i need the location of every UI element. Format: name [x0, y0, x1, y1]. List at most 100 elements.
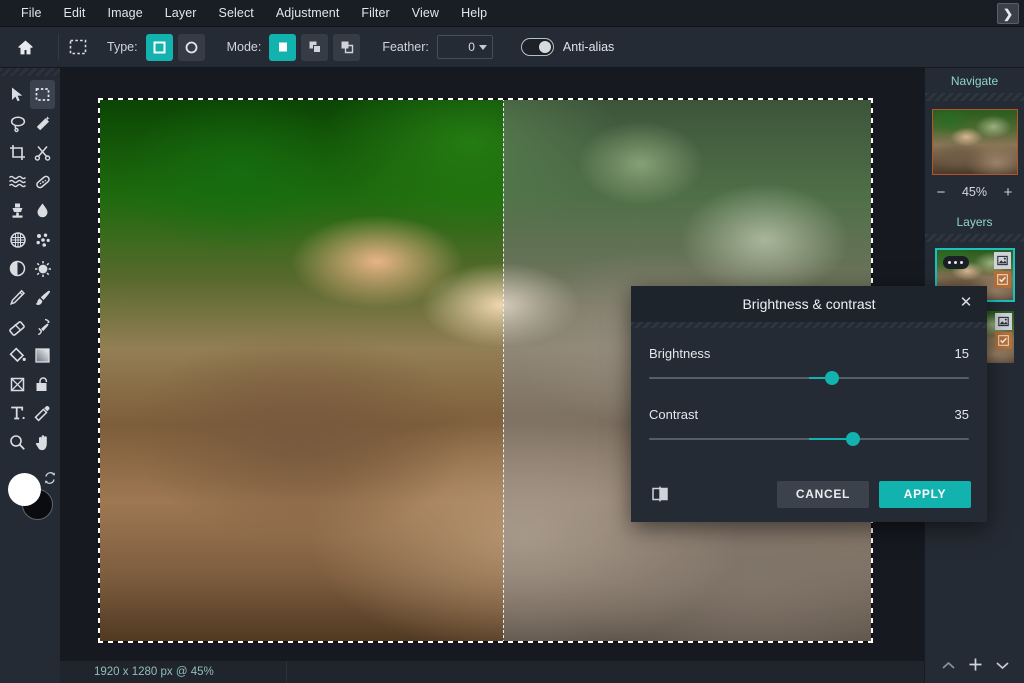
status-bar: 1920 x 1280 px @ 45% [60, 661, 924, 683]
brightness-row: Brightness 15 [649, 346, 969, 361]
layer-badges [993, 252, 1011, 290]
menu-edit[interactable]: Edit [53, 2, 97, 24]
contrast-slider-knob[interactable] [845, 432, 860, 446]
elliptical-marquee-button[interactable] [177, 33, 205, 61]
smudge-tool[interactable] [30, 312, 55, 341]
cancel-button[interactable]: CANCEL [777, 480, 869, 508]
menu-adjustment[interactable]: Adjustment [265, 2, 351, 24]
divider [58, 34, 59, 60]
brightness-label: Brightness [649, 346, 711, 361]
magic-wand-tool[interactable] [30, 109, 55, 138]
foreground-color-swatch[interactable] [8, 473, 41, 506]
home-icon[interactable] [12, 34, 38, 60]
clone-stamp-tool[interactable] [5, 196, 30, 225]
color-swatches[interactable] [6, 471, 57, 523]
menu-file[interactable]: File [10, 2, 53, 24]
eyedropper-tool[interactable] [30, 399, 55, 428]
marquee-tool[interactable] [30, 80, 55, 109]
menu-filter[interactable]: Filter [350, 2, 400, 24]
apply-button[interactable]: APPLY [879, 480, 971, 508]
type-label: Type: [107, 40, 138, 54]
document-size-status: 1920 x 1280 px @ 45% [94, 666, 214, 678]
add-to-selection-button[interactable] [301, 33, 329, 61]
brightness-slider-fill [809, 377, 827, 379]
close-icon[interactable]: ✕ [958, 295, 974, 311]
crop-tool[interactable] [5, 138, 30, 167]
mesh-tool[interactable] [5, 225, 30, 254]
marquee-icon [65, 34, 91, 60]
chevron-down-icon[interactable] [478, 44, 487, 50]
dodge-tool[interactable] [30, 225, 55, 254]
layer-image-icon[interactable] [994, 313, 1012, 330]
menu-view[interactable]: View [401, 2, 450, 24]
menu-image[interactable]: Image [97, 2, 154, 24]
contrast-row: Contrast 35 [649, 407, 969, 422]
tool-grid [0, 76, 60, 457]
dialog-title: Brightness & contrast [742, 296, 876, 312]
liquify-tool[interactable] [5, 167, 30, 196]
navigator-preview-image [932, 110, 1017, 174]
layer-image-icon[interactable] [993, 252, 1011, 269]
shape-tool[interactable] [5, 370, 30, 399]
menu-layer[interactable]: Layer [154, 2, 208, 24]
menu-bar: File Edit Image Layer Select Adjustment … [0, 0, 1024, 27]
hand-tool[interactable] [30, 428, 55, 457]
zoom-in-button[interactable]: + [1001, 184, 1015, 201]
gradient-tool[interactable] [30, 341, 55, 370]
brush-tool[interactable] [30, 283, 55, 312]
add-layer-icon[interactable] [968, 657, 983, 677]
feather-input[interactable]: 0 [436, 35, 493, 59]
menu-select[interactable]: Select [208, 2, 265, 24]
healing-tool[interactable] [30, 167, 55, 196]
contrast-slider[interactable] [649, 432, 969, 446]
layer-menu-icon[interactable] [942, 256, 969, 269]
layer-badges [994, 313, 1012, 351]
brightness-value: 15 [954, 346, 969, 361]
contrast-label: Contrast [649, 407, 699, 422]
sharpen-tool[interactable] [30, 254, 55, 283]
move-layer-down-icon[interactable] [995, 658, 1010, 676]
move-layer-up-icon[interactable] [941, 658, 956, 676]
dialog-title-bar[interactable]: Brightness & contrast ✕ [631, 286, 987, 322]
layers-hatch [925, 234, 1024, 242]
layer-visibility-icon[interactable] [993, 271, 1011, 288]
text-tool[interactable] [5, 399, 30, 428]
toggle-knob [539, 40, 552, 53]
mode-label: Mode: [226, 40, 262, 54]
split-divider[interactable] [503, 98, 504, 643]
layer-visibility-icon[interactable] [994, 332, 1012, 349]
lasso-tool[interactable] [5, 109, 30, 138]
antialias-toggle[interactable] [520, 38, 554, 56]
mode-button-group [269, 33, 361, 61]
contrast-tool[interactable] [5, 254, 30, 283]
zoom-controls: − 45% + [925, 175, 1024, 209]
eraser-tool[interactable] [5, 312, 30, 341]
navigate-hatch [925, 93, 1024, 101]
rectangular-marquee-button[interactable] [145, 33, 173, 61]
zoom-out-button[interactable]: − [934, 184, 948, 201]
dialog-buttons: CANCEL APPLY [777, 480, 971, 508]
scissors-tool[interactable] [30, 138, 55, 167]
antialias-label: Anti-alias [562, 40, 615, 54]
brightness-slider[interactable] [649, 371, 969, 385]
swap-colors-icon[interactable] [43, 471, 57, 490]
brightness-slider-knob[interactable] [825, 371, 839, 385]
blur-tool[interactable] [30, 196, 55, 225]
subtract-from-selection-button[interactable] [333, 33, 361, 61]
move-tool[interactable] [5, 80, 30, 109]
menu-help[interactable]: Help [450, 2, 498, 24]
toolbar-hatch [0, 68, 60, 76]
paint-bucket-tool[interactable] [5, 341, 30, 370]
navigator-thumbnail[interactable] [931, 109, 1018, 175]
dialog-body: Brightness 15 Contrast 35 [631, 328, 987, 446]
feather-label: Feather: [382, 40, 429, 54]
new-selection-button[interactable] [269, 33, 297, 61]
pen-tool[interactable] [5, 283, 30, 312]
lock-tool[interactable] [30, 370, 55, 399]
zoom-tool[interactable] [5, 428, 30, 457]
chevron-right-icon[interactable]: ❯ [997, 3, 1019, 24]
photo-original [98, 98, 503, 643]
feather-value: 0 [468, 40, 475, 54]
type-button-group [145, 33, 205, 61]
compare-split-icon[interactable] [647, 481, 673, 507]
